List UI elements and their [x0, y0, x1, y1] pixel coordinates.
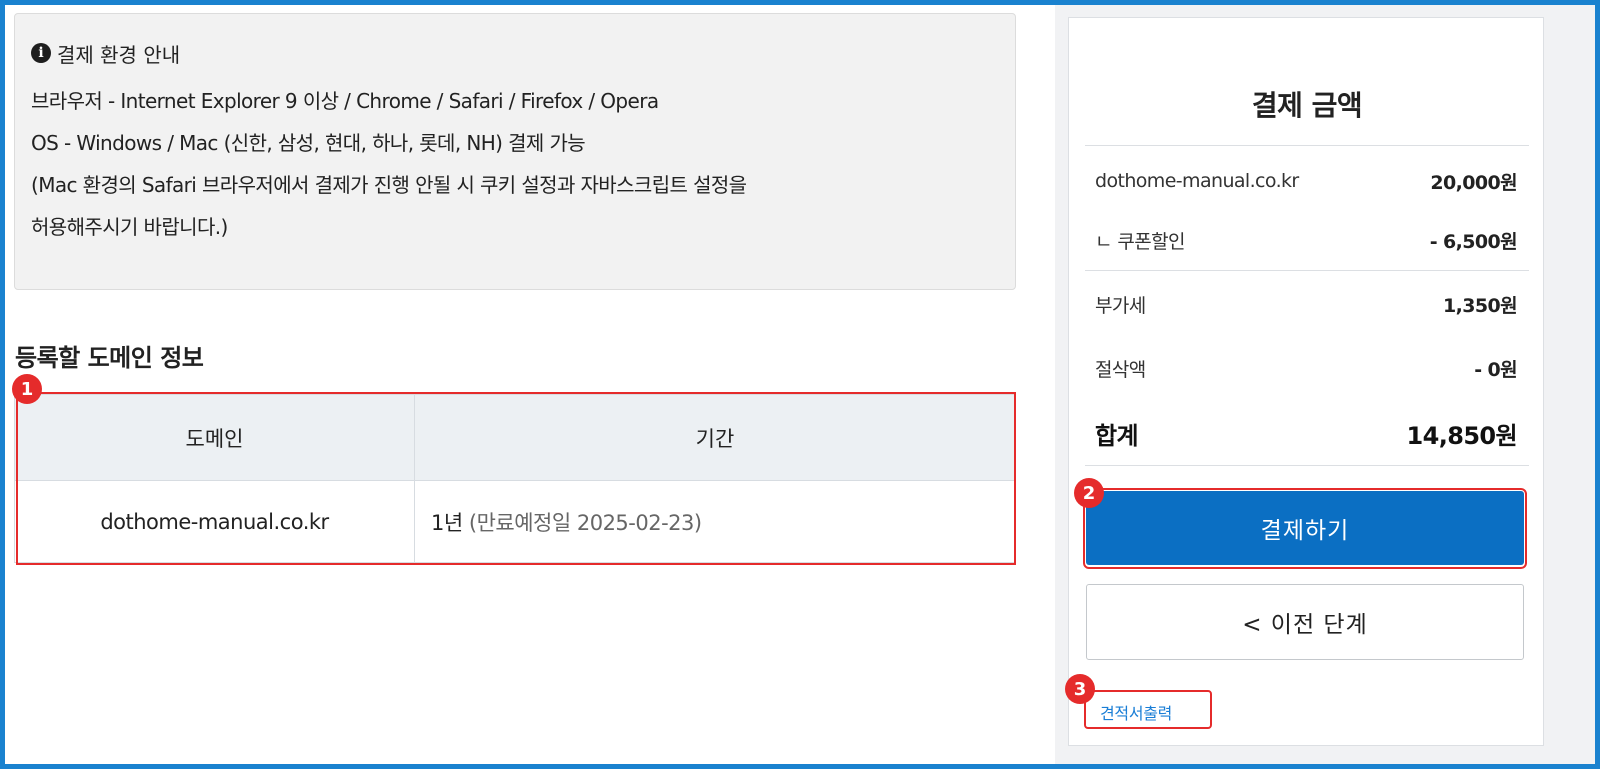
period-value: 1년 [431, 510, 463, 535]
divider [1085, 270, 1529, 271]
payment-environment-notice: i 결제 환경 안내 브라우저 - Internet Explorer 9 이상… [14, 13, 1016, 290]
total-label: 합계 [1095, 421, 1139, 450]
info-icon: i [31, 43, 51, 63]
annotation-badge-1: 1 [12, 374, 42, 404]
summary-value: 20,000원 [1430, 171, 1517, 194]
table-row: dothome-manual.co.kr 1년 (만료예정일 2025-02-2… [14, 480, 1016, 563]
domain-section-title: 등록할 도메인 정보 [15, 344, 204, 372]
notice-line-allow: 허용해주시기 바랍니다.) [31, 215, 228, 239]
summary-row-vat: 부가세 1,350원 [1095, 289, 1518, 319]
summary-title: 결제 금액 [1251, 89, 1363, 122]
annotation-badge-2: 2 [1074, 478, 1104, 508]
summary-label: ㄴ 쿠폰할인 [1095, 230, 1185, 253]
summary-value: - 0원 [1474, 358, 1517, 381]
divider [1085, 145, 1529, 146]
summary-value: - 6,500원 [1429, 230, 1518, 253]
column-header-period: 기간 [414, 394, 1016, 481]
pay-button[interactable]: 결제하기 [1086, 491, 1524, 565]
summary-label: 절삭액 [1095, 358, 1146, 381]
summary-value: 1,350원 [1443, 294, 1518, 317]
notice-line-browser: 브라우저 - Internet Explorer 9 이상 / Chrome /… [31, 89, 659, 113]
table-header-row: 도메인 기간 [14, 394, 1016, 481]
notice-line-mac-safari: (Mac 환경의 Safari 브라우저에서 결제가 진행 안될 시 쿠키 설정… [31, 173, 747, 197]
summary-row-truncation: 절삭액 - 0원 [1095, 353, 1518, 383]
domain-info-table: 도메인 기간 dothome-manual.co.kr 1년 (만료예정일 20… [14, 394, 1016, 563]
domain-cell: dothome-manual.co.kr [14, 480, 415, 563]
notice-line-os: OS - Windows / Mac (신한, 삼성, 현대, 하나, 롯데, … [31, 131, 586, 155]
total-value: 14,850원 [1406, 421, 1518, 450]
column-header-domain: 도메인 [14, 394, 415, 481]
summary-label: dothome-manual.co.kr [1095, 170, 1299, 192]
summary-label: 부가세 [1095, 294, 1146, 317]
notice-title-text: 결제 환경 안내 [57, 42, 181, 67]
notice-title: i 결제 환경 안내 [31, 36, 1015, 70]
expiry-date: (만료예정일 2025-02-23) [468, 510, 702, 535]
annotation-badge-3: 3 [1065, 674, 1095, 704]
summary-row-coupon: ㄴ 쿠폰할인 - 6,500원 [1095, 225, 1518, 255]
summary-row-domain: dothome-manual.co.kr 20,000원 [1095, 166, 1518, 196]
summary-row-total: 합계 14,850원 [1095, 416, 1518, 450]
divider [1085, 465, 1529, 466]
print-quote-link[interactable]: 견적서출력 [1100, 700, 1172, 724]
previous-step-button[interactable]: < 이전 단계 [1086, 584, 1524, 660]
period-cell: 1년 (만료예정일 2025-02-23) [414, 480, 1016, 563]
